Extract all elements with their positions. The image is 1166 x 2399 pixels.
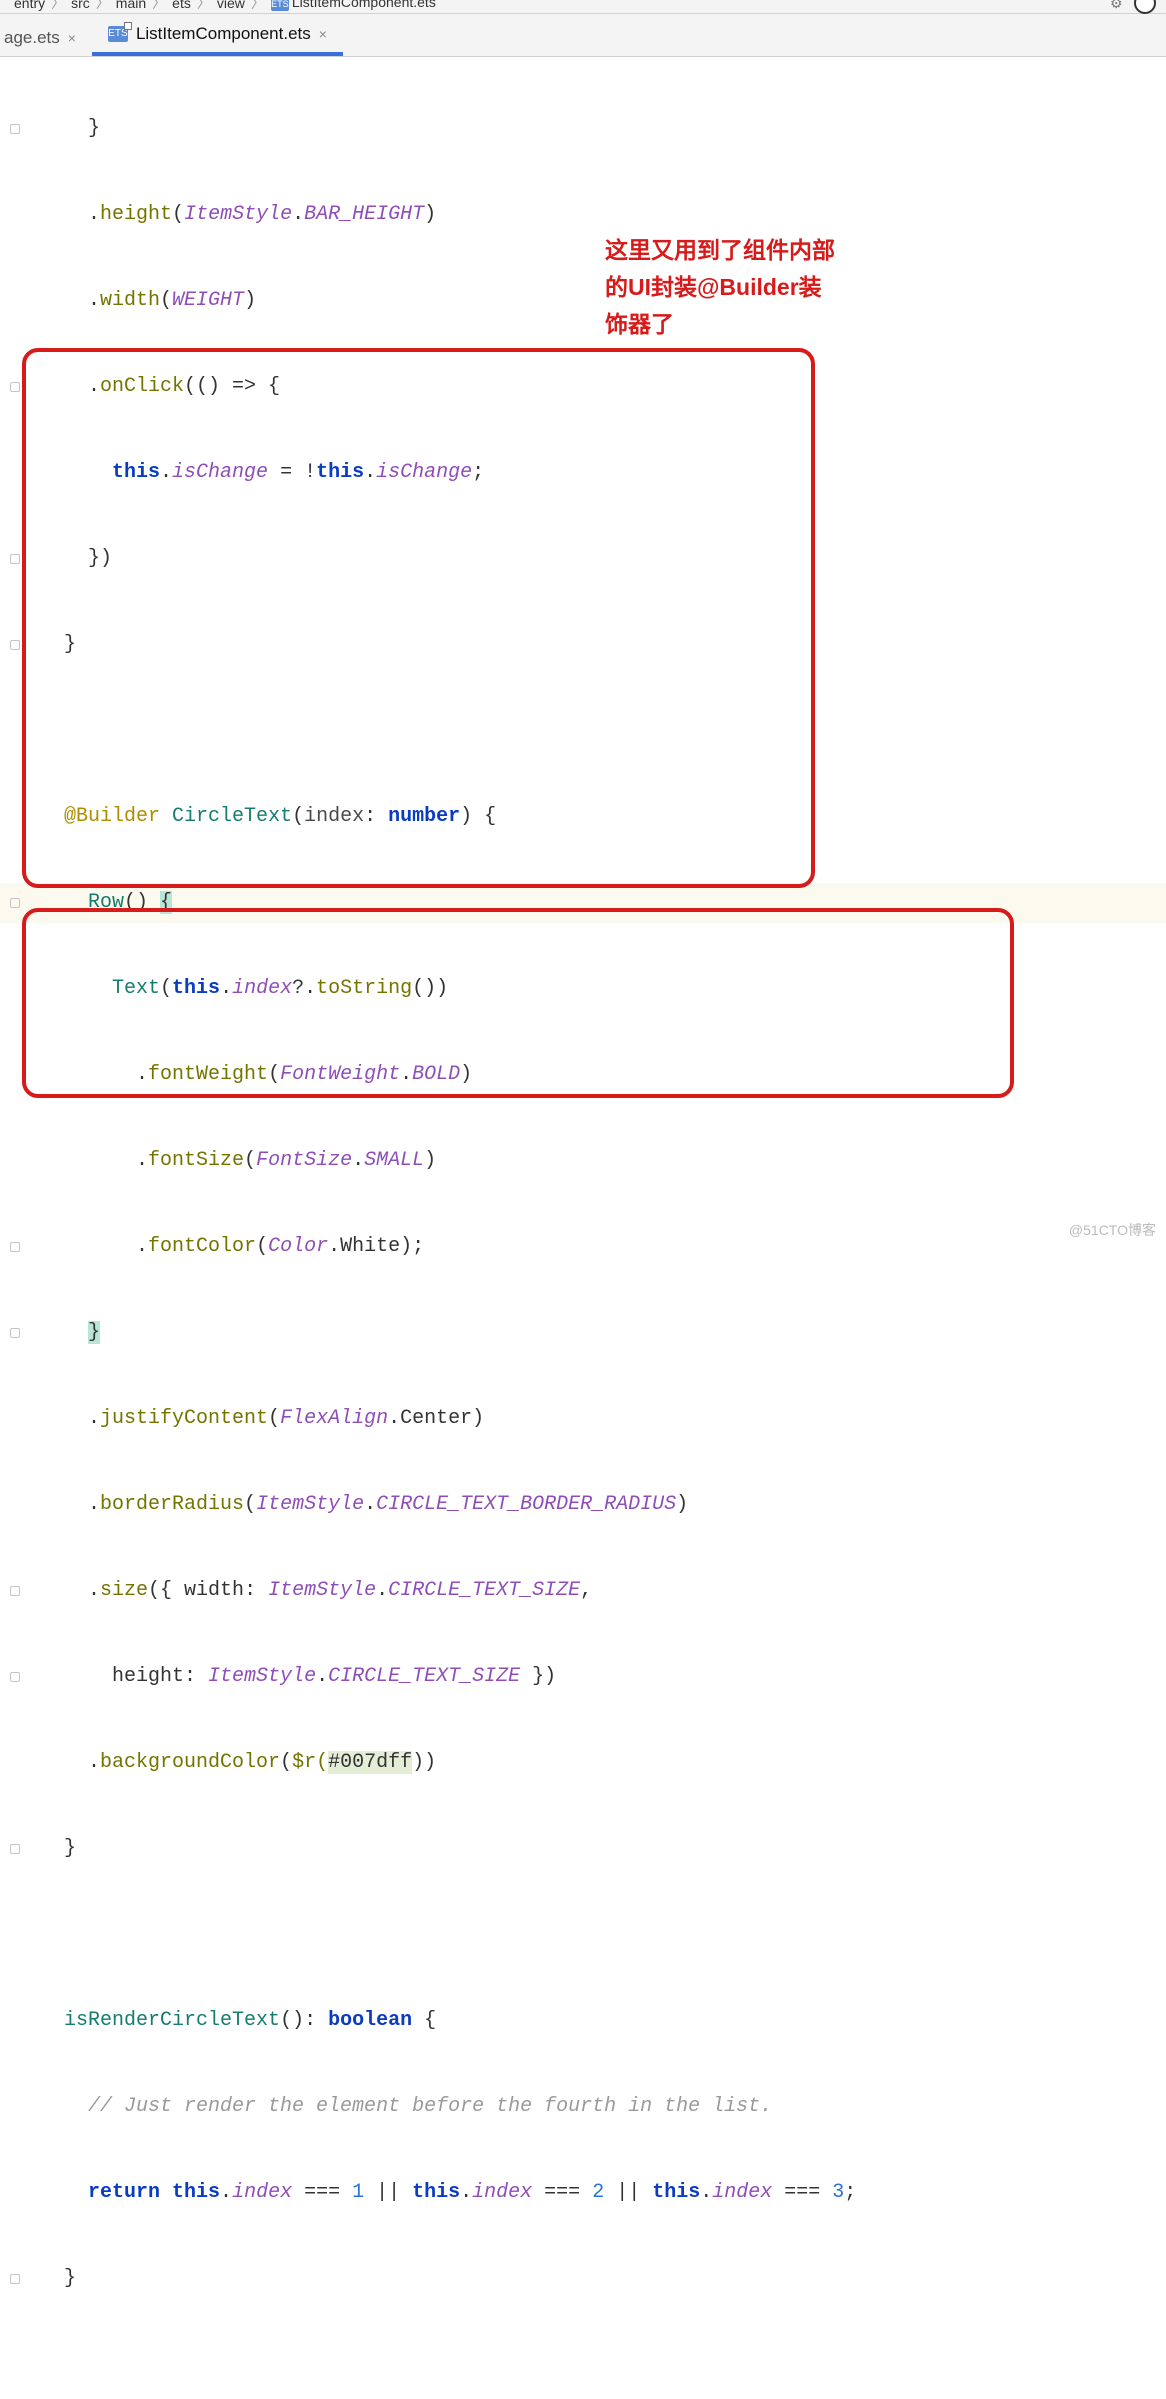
code-text: })	[88, 547, 112, 570]
tab-bar: age.ets × ETS ListItemComponent.ets ×	[0, 14, 1166, 57]
code-text: @Builder	[64, 805, 160, 828]
breadcrumb-item[interactable]: main	[110, 0, 152, 11]
close-icon[interactable]: ×	[319, 26, 327, 42]
code-text: fontWeight	[148, 1063, 268, 1086]
breadcrumb-item[interactable]: entry	[8, 0, 51, 11]
avatar[interactable]	[1134, 0, 1156, 14]
watermark: @51CTO博客	[1069, 1220, 1156, 1240]
code-text: Text	[112, 977, 160, 1000]
code-text: isRenderCircleText	[64, 2009, 280, 2032]
code-editor[interactable]: } .height(ItemStyle.BAR_HEIGHT) .width(W…	[0, 57, 1166, 2345]
code-comment: // Just render the element before the fo…	[88, 2095, 772, 2118]
code-text: }	[64, 1837, 76, 1860]
tab-label: ListItemComponent.ets	[136, 24, 311, 44]
breadcrumb-item[interactable]: ets	[166, 0, 197, 11]
code-text: }	[88, 1321, 100, 1344]
code-text: }	[64, 633, 76, 656]
code-text: fontColor	[148, 1235, 256, 1258]
code-text: height	[100, 203, 172, 226]
code-text: backgroundColor	[100, 1751, 280, 1774]
annotation-callout: 这里又用到了组件内部 的UI封装@Builder装 饰器了	[605, 232, 835, 342]
breadcrumb: entry〉 src〉 main〉 ets〉 view〉 ETSListItem…	[0, 0, 1166, 14]
code-text: borderRadius	[100, 1493, 244, 1516]
gear-icon[interactable]: ⚙	[1110, 0, 1126, 11]
code-text: Row	[88, 891, 124, 914]
breadcrumb-item[interactable]: ETSListItemComponent.ets	[265, 0, 442, 11]
code-text: size	[100, 1579, 148, 1602]
code-text: onClick	[100, 375, 184, 398]
code-text: return	[88, 2181, 172, 2204]
code-text: }	[88, 117, 100, 140]
tab-label: age.ets	[4, 28, 60, 48]
tab-listitemcomponent-ets[interactable]: ETS ListItemComponent.ets ×	[92, 16, 343, 56]
code-text: fontSize	[148, 1149, 244, 1172]
breadcrumb-item[interactable]: src	[65, 0, 96, 11]
ets-file-icon: ETS	[271, 0, 289, 11]
tab-age-ets[interactable]: age.ets ×	[0, 20, 92, 56]
code-text: justifyContent	[100, 1407, 268, 1430]
ets-file-icon: ETS	[108, 26, 128, 42]
breadcrumb-item[interactable]: view	[211, 0, 251, 11]
close-icon[interactable]: ×	[68, 30, 76, 46]
code-text: }	[64, 2267, 76, 2290]
code-text: width	[100, 289, 160, 312]
code-text: height	[112, 1665, 184, 1688]
